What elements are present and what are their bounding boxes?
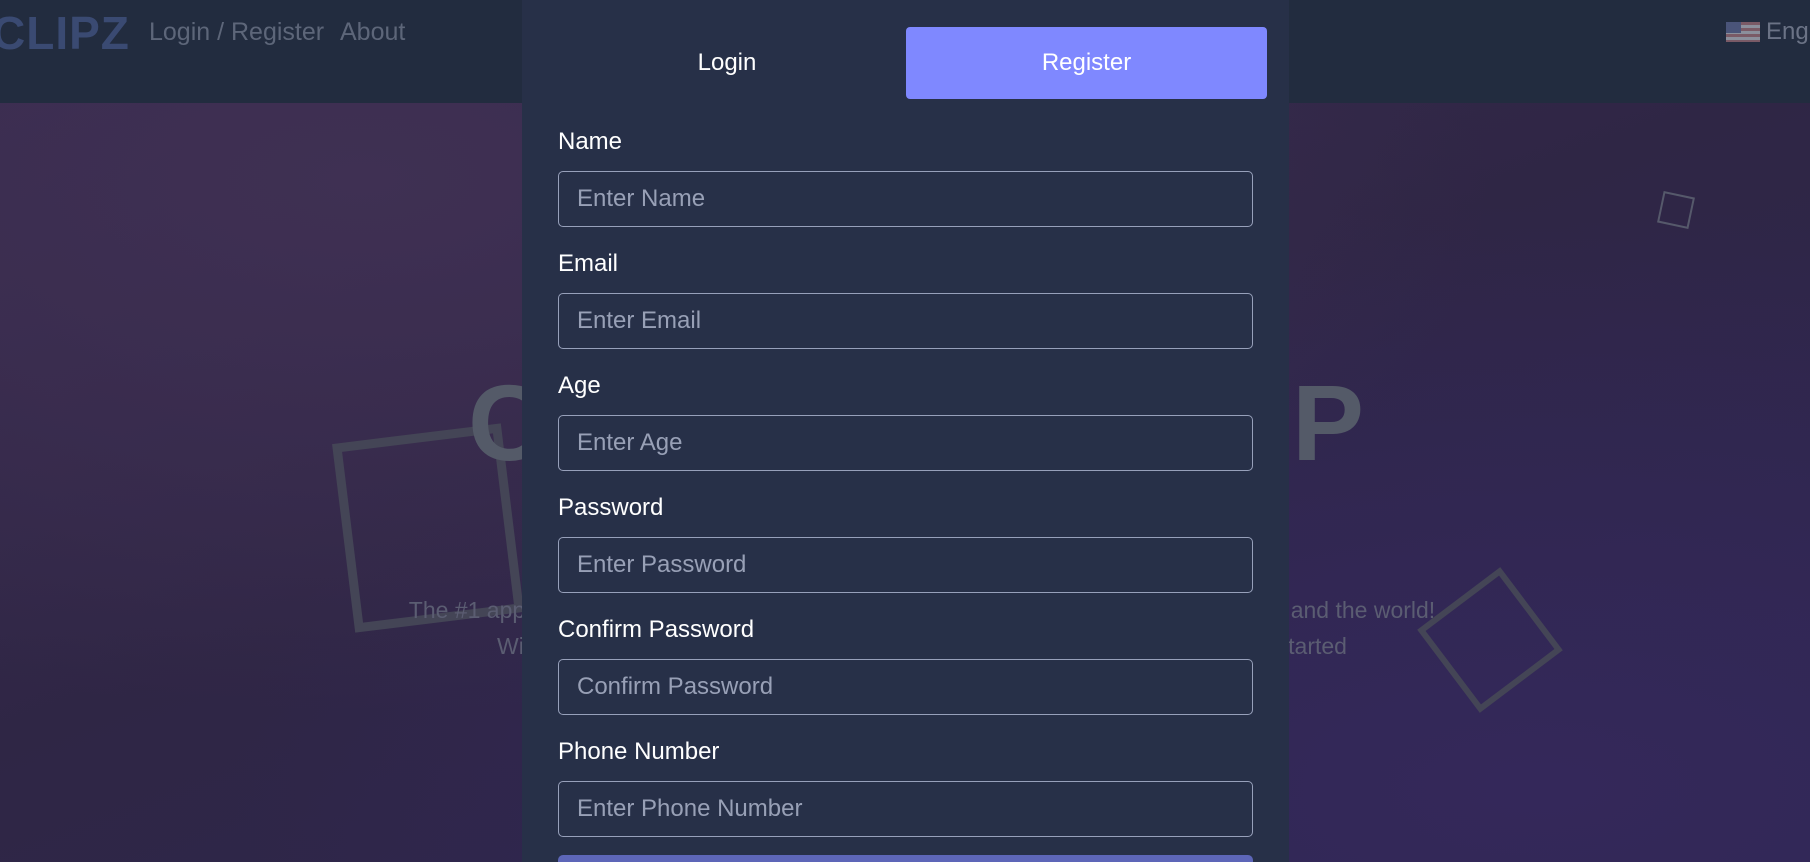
name-input[interactable] <box>558 171 1253 227</box>
us-flag-icon <box>1726 22 1760 42</box>
confirm-password-input[interactable] <box>558 659 1253 715</box>
phone-number-input[interactable] <box>558 781 1253 837</box>
submit-button[interactable] <box>558 855 1253 862</box>
password-input[interactable] <box>558 537 1253 593</box>
phone-number-label: Phone Number <box>558 738 720 765</box>
age-label: Age <box>558 372 601 399</box>
auth-modal: Login Register Name Email Age Password C… <box>522 0 1289 862</box>
nav-link-login-register[interactable]: Login / Register <box>149 18 324 47</box>
tab-register[interactable]: Register <box>906 27 1267 99</box>
name-label: Name <box>558 128 623 155</box>
email-input[interactable] <box>558 293 1253 349</box>
decorative-square-small <box>1657 191 1695 229</box>
age-input[interactable] <box>558 415 1253 471</box>
confirm-password-label: Confirm Password <box>558 616 755 643</box>
email-label: Email <box>558 250 619 277</box>
nav-link-about[interactable]: About <box>340 18 405 47</box>
language-selector[interactable]: Engl <box>1726 18 1810 46</box>
language-label: Engl <box>1766 18 1810 45</box>
password-label: Password <box>558 494 664 521</box>
brand-logo[interactable]: CLIPZ <box>0 6 130 60</box>
tab-login[interactable]: Login <box>558 27 896 99</box>
auth-tabs: Login Register <box>558 27 1267 99</box>
